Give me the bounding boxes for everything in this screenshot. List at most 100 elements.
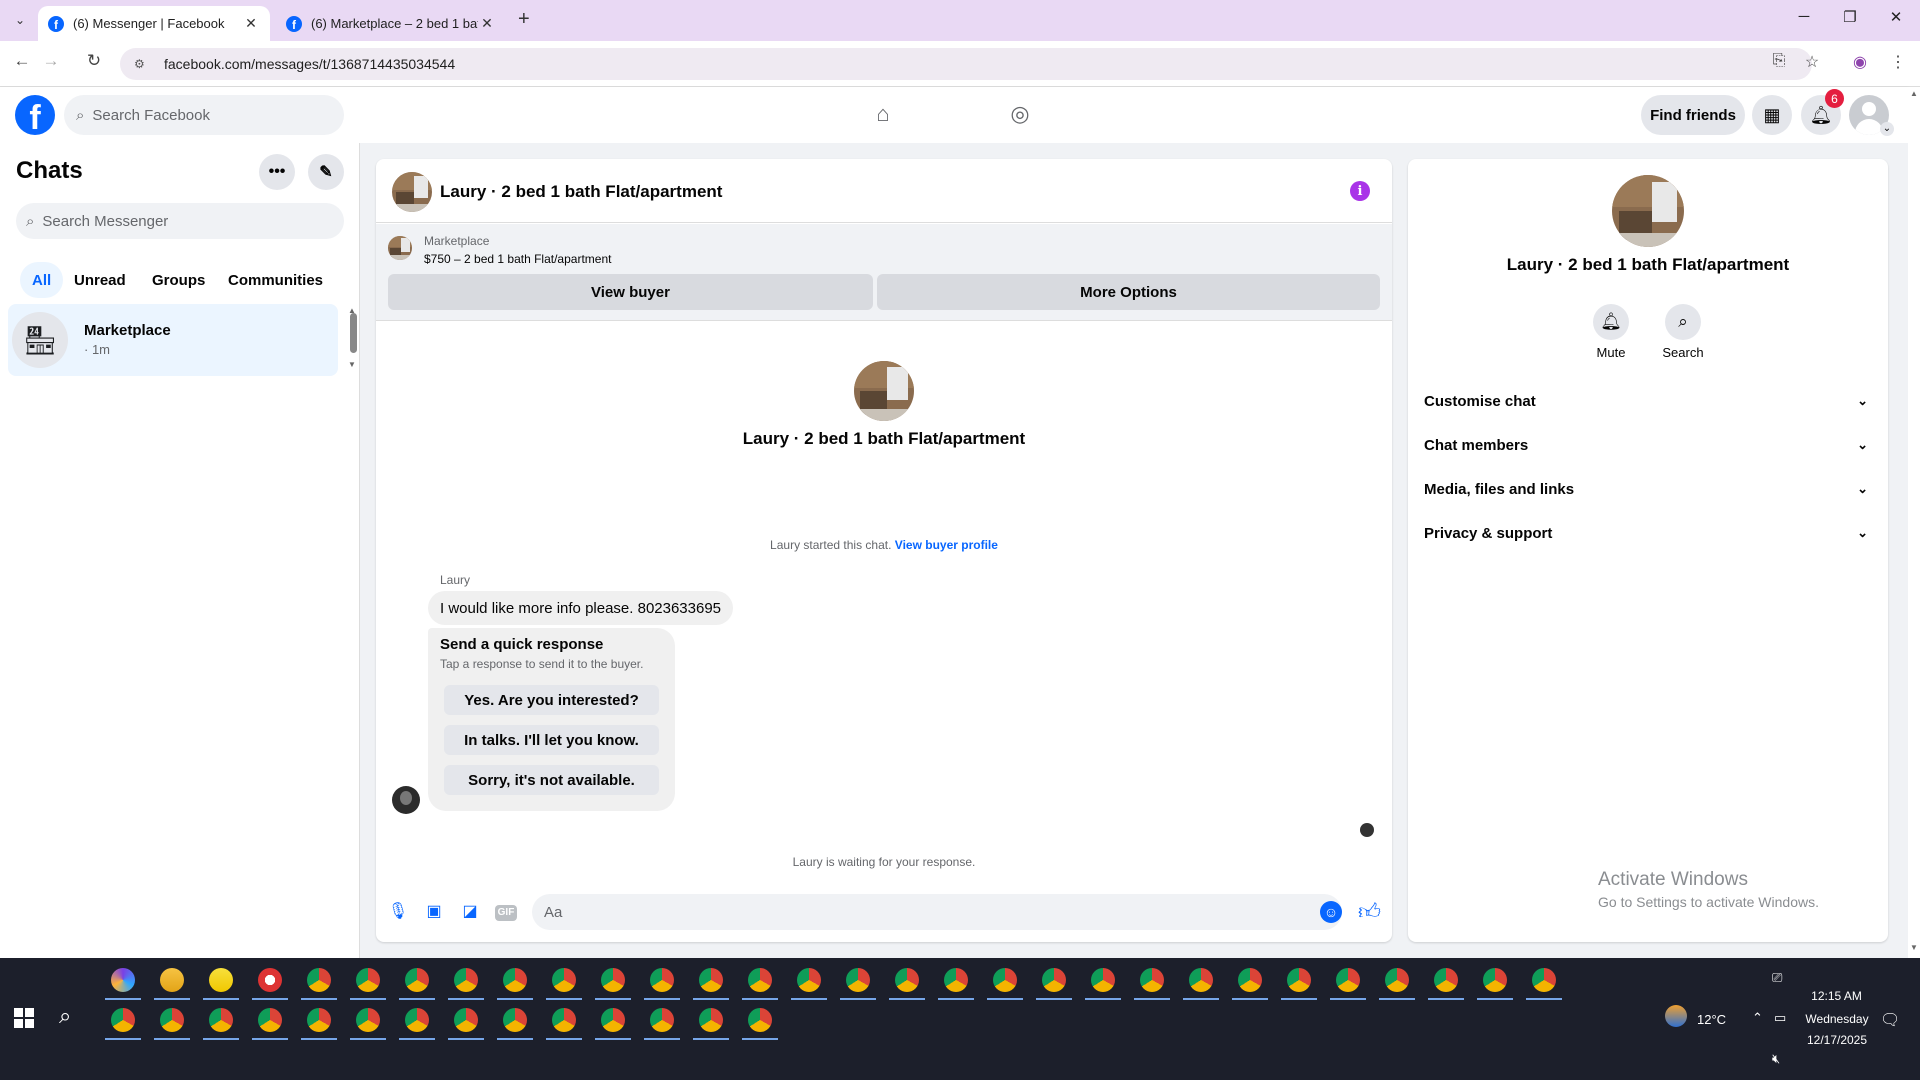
reload-icon[interactable]: ↻ [81, 51, 107, 71]
find-friends-button[interactable]: Find friends [1641, 95, 1745, 135]
chrome-icon[interactable] [895, 968, 919, 992]
chrome-icon[interactable] [1336, 968, 1360, 992]
chrome-icon[interactable] [601, 1008, 625, 1032]
chrome-icon[interactable] [258, 1008, 282, 1032]
chrome-icon[interactable] [111, 1008, 135, 1032]
facebook-logo-icon[interactable]: f [15, 95, 55, 135]
chrome-icon[interactable] [699, 1008, 723, 1032]
bell-icon[interactable]: 🔔︎ [1593, 304, 1629, 340]
account-chevron-down-icon[interactable]: ⌄ [1880, 122, 1894, 136]
message-input[interactable]: Aa [532, 894, 1342, 930]
new-message-icon[interactable]: ✎ [308, 154, 344, 190]
profile-icon[interactable]: ◉ [1849, 52, 1871, 72]
chrome-icon[interactable] [1385, 968, 1409, 992]
browser-menu-icon[interactable]: ⋮ [1887, 52, 1909, 72]
thumbs-up-icon[interactable]: 👍︎ [1358, 898, 1381, 925]
section-chat-members[interactable]: Chat members ⌄ [1424, 425, 1876, 465]
incoming-message-bubble[interactable]: I would like more info please. 802363369… [428, 591, 734, 625]
tablet-mode-icon[interactable]: ⎚ [1772, 970, 1782, 986]
microphone-icon[interactable]: 🎙︎ [386, 901, 410, 923]
chrome-icon[interactable] [307, 968, 331, 992]
chrome-icon[interactable] [1140, 968, 1164, 992]
chrome-icon[interactable] [650, 968, 674, 992]
more-options-button[interactable]: More Options [877, 274, 1380, 310]
chrome-icon[interactable] [601, 968, 625, 992]
chrome-icon[interactable] [797, 968, 821, 992]
chrome-icon[interactable] [944, 968, 968, 992]
chrome-icon[interactable] [748, 1008, 772, 1032]
chrome-icon[interactable] [307, 1008, 331, 1032]
tray-chevron-up-icon[interactable]: ⌃ [1752, 1010, 1763, 1026]
conversation-title[interactable]: Laury · 2 bed 1 bath Flat/apartment [440, 182, 722, 202]
chrome-icon[interactable] [503, 968, 527, 992]
chat-list-scrollbar[interactable] [350, 313, 357, 353]
address-bar[interactable]: ⚙ facebook.com/messages/t/13687144350345… [120, 48, 1812, 80]
bookmark-star-icon[interactable]: ☆ [1801, 52, 1823, 72]
chrome-icon[interactable] [1042, 968, 1066, 992]
chrome-icon[interactable] [1483, 968, 1507, 992]
taskbar-search-icon[interactable]: ⌕ [59, 1003, 71, 1029]
weather-icon[interactable] [1665, 1005, 1687, 1027]
filter-all[interactable]: All [20, 262, 64, 298]
restore-window-icon[interactable]: ❐ [1838, 8, 1862, 26]
chrome-icon[interactable] [405, 968, 429, 992]
emoji-icon[interactable]: ☺ [1320, 901, 1342, 923]
chrome-icon[interactable] [356, 968, 380, 992]
chrome-icon[interactable] [1532, 968, 1556, 992]
scroll-down-icon[interactable]: ▼ [348, 360, 356, 369]
sticky-notes-icon[interactable] [209, 968, 233, 992]
scroll-down-icon[interactable]: ▼ [1910, 943, 1918, 952]
chrome-icon[interactable] [356, 1008, 380, 1032]
section-privacy-support[interactable]: Privacy & support ⌄ [1424, 513, 1876, 553]
details-avatar[interactable] [1612, 175, 1684, 247]
notification-center-icon[interactable]: 🗨︎ [1880, 1010, 1900, 1030]
tab-marketplace[interactable]: f (6) Marketplace – 2 bed 1 bath ✕ [276, 6, 506, 41]
chrome-icon[interactable] [405, 1008, 429, 1032]
home-icon[interactable]: ⌂ [868, 101, 898, 129]
chrome-icon[interactable] [1238, 968, 1262, 992]
chrome-icon[interactable] [160, 1008, 184, 1032]
filter-communities[interactable]: Communities [216, 262, 335, 298]
listing-price-title[interactable]: $750 – 2 bed 1 bath Flat/apartment [424, 252, 611, 266]
chrome-icon[interactable] [748, 968, 772, 992]
new-tab-icon[interactable]: + [518, 8, 530, 31]
tab-search-dropdown-icon[interactable]: ⌄ [8, 8, 32, 32]
close-tab-icon[interactable]: ✕ [478, 15, 496, 32]
filter-groups[interactable]: Groups [140, 262, 217, 298]
install-app-icon[interactable]: ⎘ [1768, 52, 1790, 70]
forward-icon[interactable]: → [38, 51, 64, 71]
chrome-icon[interactable] [454, 1008, 478, 1032]
copilot-icon[interactable] [111, 968, 135, 992]
photo-icon[interactable]: ▣ [422, 901, 446, 923]
chrome-icon[interactable] [454, 968, 478, 992]
chrome-icon[interactable] [209, 1008, 233, 1032]
tab-messenger[interactable]: f (6) Messenger | Facebook ✕ [38, 6, 270, 41]
chrome-icon[interactable] [846, 968, 870, 992]
site-info-icon[interactable]: ⚙ [134, 57, 150, 71]
chrome-icon[interactable] [1434, 968, 1458, 992]
back-icon[interactable]: ← [9, 51, 35, 71]
search-icon[interactable]: ⌕ [1665, 304, 1701, 340]
messenger-search-input[interactable]: ⌕ Search Messenger [16, 203, 344, 239]
chrome-icon[interactable] [503, 1008, 527, 1032]
quick-response-button[interactable]: Yes. Are you interested? [444, 685, 659, 715]
quick-response-button[interactable]: Sorry, it's not available. [444, 765, 659, 795]
listing-thumbnail[interactable] [392, 172, 432, 212]
info-icon[interactable]: i [1350, 181, 1370, 201]
app-icon[interactable] [258, 968, 282, 992]
groups-icon[interactable]: ◎ [1005, 101, 1035, 129]
volume-muted-icon[interactable]: 🔇︎ [1772, 1051, 1780, 1067]
clock-day[interactable]: Wednesday [1797, 1012, 1877, 1026]
chrome-icon[interactable] [552, 968, 576, 992]
chrome-icon[interactable] [650, 1008, 674, 1032]
clock-time[interactable]: 12:15 AM [1804, 989, 1869, 1003]
view-buyer-button[interactable]: View buyer [388, 274, 873, 310]
clock-date[interactable]: 12/17/2025 [1797, 1033, 1877, 1047]
menu-grid-icon[interactable]: ▦ [1752, 95, 1792, 135]
chrome-icon[interactable] [1287, 968, 1311, 992]
chat-options-icon[interactable]: ••• [259, 154, 295, 190]
chrome-icon[interactable] [1091, 968, 1115, 992]
facebook-search-input[interactable]: ⌕ Search Facebook [64, 95, 344, 135]
filter-unread[interactable]: Unread [62, 262, 138, 298]
chrome-icon[interactable] [1189, 968, 1213, 992]
